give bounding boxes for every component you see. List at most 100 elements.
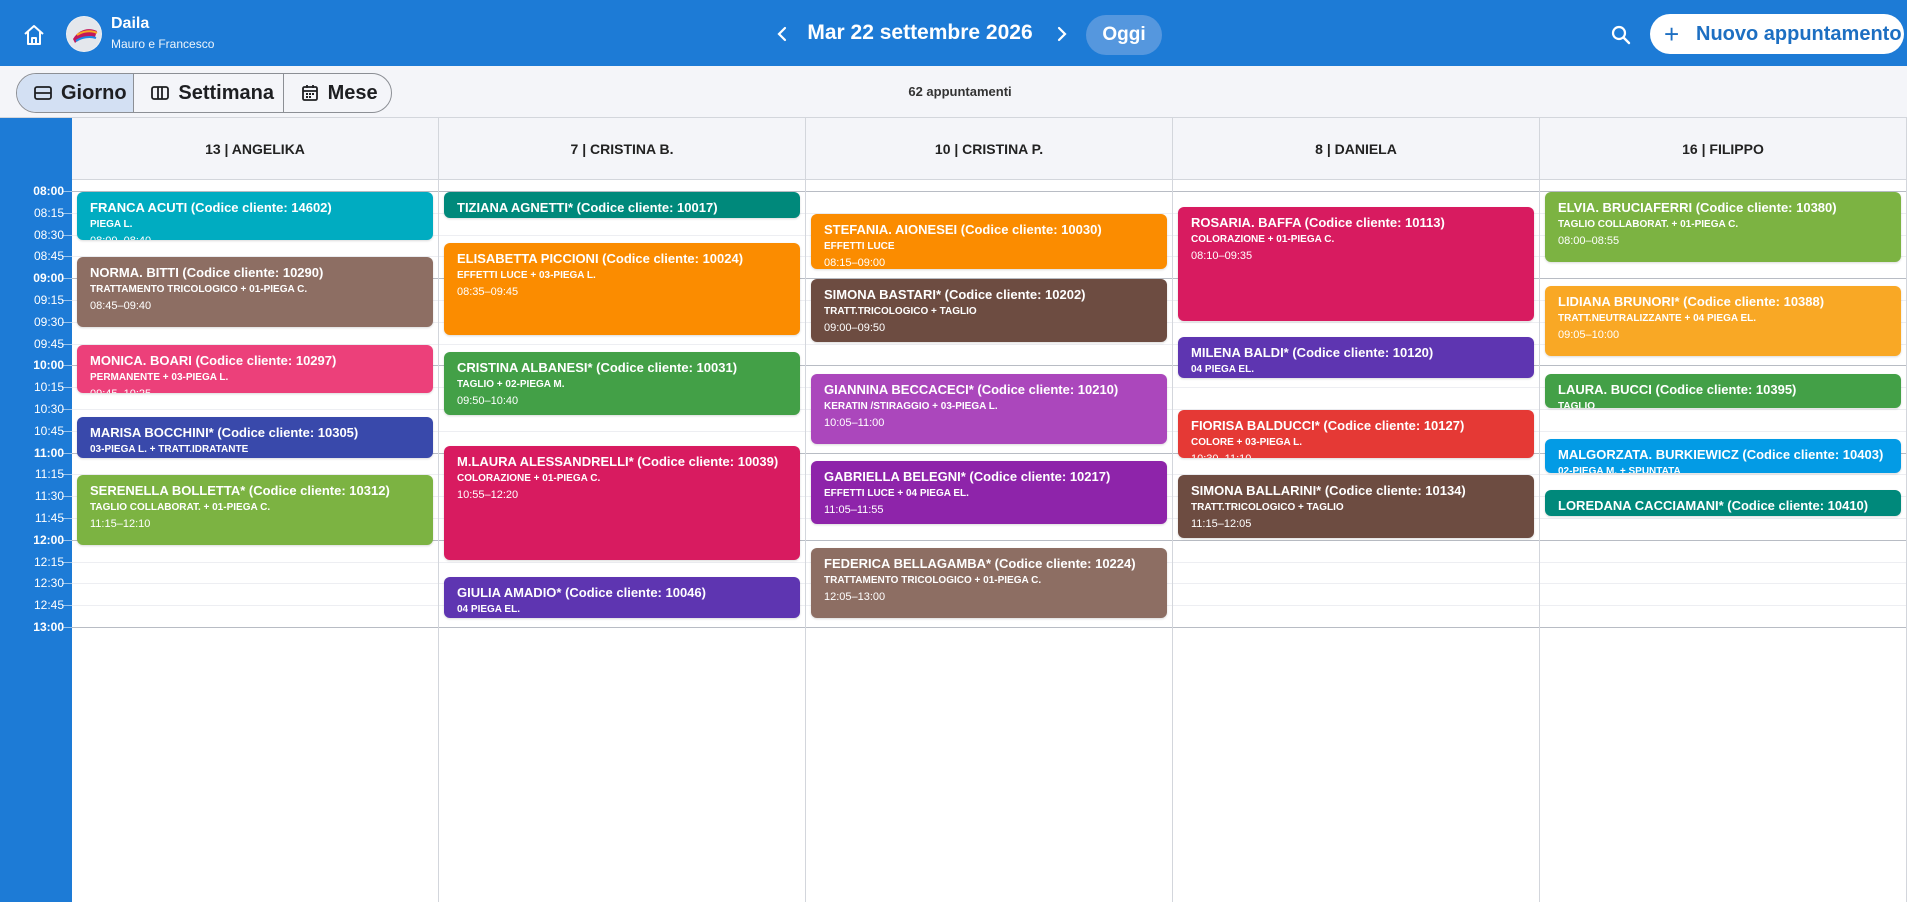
appointment-card[interactable]: LIDIANA BRUNORI* (Codice cliente: 10388)…	[1545, 286, 1901, 356]
appointment-card[interactable]: MILENA BALDI* (Codice cliente: 10120) 04 …	[1178, 337, 1534, 378]
chevron-left-icon[interactable]	[770, 20, 794, 48]
time-slot-label: 12:15	[33, 555, 64, 569]
time-slot-label: 10:30	[33, 402, 64, 416]
appointment-card[interactable]: LOREDANA CACCIAMANI* (Codice cliente: 10…	[1545, 490, 1901, 516]
appointment-card[interactable]: CRISTINA ALBANESI* (Codice cliente: 1003…	[444, 352, 800, 415]
appointment-client: MALGORZATA. BURKIEWICZ (Codice cliente: …	[1558, 447, 1884, 462]
view-toolbar: Giorno Settimana Mese 62 appuntamenti	[0, 66, 1907, 118]
appointment-count: 62 appuntamenti	[908, 84, 1012, 99]
view-toggle: Giorno Settimana Mese	[16, 73, 392, 113]
appointment-card[interactable]: ROSARIA. BAFFA (Codice cliente: 10113) CO…	[1178, 207, 1534, 321]
top-app-bar: Daila Mauro e Francesco Mar 22 settembre…	[0, 0, 1907, 66]
appointment-time: 10:30–11:10	[1191, 452, 1521, 458]
appointment-card[interactable]: FIORISA BALDUCCI* (Codice cliente: 10127…	[1178, 410, 1534, 458]
appointment-time: 09:00–09:50	[824, 322, 886, 334]
appointment-time: 11:15–12:05	[1191, 518, 1252, 530]
view-week-button[interactable]: Settimana	[134, 74, 284, 112]
appointment-card[interactable]: FRANCA ACUTI (Codice cliente: 14602) PIEG…	[77, 192, 433, 240]
time-tick	[62, 365, 72, 366]
appointment-card[interactable]: FEDERICA BELLAGAMBA* (Codice cliente: 10…	[811, 548, 1167, 618]
today-button[interactable]: Oggi	[1086, 15, 1162, 55]
time-tick	[62, 256, 72, 257]
week-view-icon	[151, 86, 170, 100]
time-slot-label: 11:15	[34, 467, 64, 481]
appointment-card[interactable]: GABRIELLA BELEGNI* (Codice cliente: 1021…	[811, 461, 1167, 524]
appointment-card[interactable]: LAURA. BUCCI (Codice cliente: 10395) TAGL…	[1545, 374, 1901, 408]
view-day-button[interactable]: Giorno	[17, 74, 135, 112]
time-slot-label: 10:45	[33, 424, 64, 438]
appointment-time: 08:00–08:40	[90, 234, 420, 240]
appointment-client: SIMONA BALLARINI* (Codice cliente: 10134…	[1191, 483, 1466, 498]
time-tick	[62, 518, 72, 519]
appointment-card[interactable]: SIMONA BALLARINI* (Codice cliente: 10134…	[1178, 475, 1534, 538]
plus-icon: +	[1664, 19, 1680, 49]
appointment-client: MILENA BALDI* (Codice cliente: 10120)	[1191, 345, 1434, 360]
appointment-card[interactable]: ELISABETTA PICCIONI (Codice cliente: 100…	[444, 243, 800, 335]
appointment-card[interactable]: GIULIA AMADIO* (Codice cliente: 10046) 04…	[444, 577, 800, 618]
chevron-right-icon[interactable]	[1050, 20, 1074, 48]
staff-column-header[interactable]: 16 | FILIPPO	[1540, 118, 1907, 180]
salon-avatar	[66, 16, 102, 52]
time-tick	[62, 474, 72, 475]
new-appointment-button[interactable]: + Nuovo appuntamento	[1650, 14, 1904, 54]
view-month-button[interactable]: Mese	[284, 74, 391, 112]
appointment-card[interactable]: STEFANIA. AIONESEI (Codice cliente: 1003…	[811, 214, 1167, 269]
staff-column-header[interactable]: 8 | DANIELA	[1173, 118, 1540, 180]
appointment-client: MARISA BOCCHINI* (Codice cliente: 10305)	[90, 425, 359, 440]
staff-column-header[interactable]: 7 | CRISTINA B.	[439, 118, 806, 180]
appointment-card[interactable]: GIANNINA BECCACECI* (Codice cliente: 102…	[811, 374, 1167, 444]
appointment-card[interactable]: MALGORZATA. BURKIEWICZ (Codice cliente: …	[1545, 439, 1901, 473]
appointment-card[interactable]: ELVIA. BRUCIAFERRI (Codice cliente: 1038…	[1545, 192, 1901, 262]
time-tick	[62, 409, 72, 410]
time-tick	[62, 627, 72, 628]
appointment-time: 12:05–13:00	[824, 591, 886, 603]
appointment-service: COLORAZIONE + 01-PIEGA C.	[457, 473, 601, 484]
time-tick	[62, 278, 72, 279]
appointment-service: TRATT.TRICOLOGICO + TAGLIO	[1191, 502, 1344, 513]
appointment-card[interactable]: SERENELLA BOLLETTA* (Codice cliente: 103…	[77, 475, 433, 545]
time-tick	[62, 387, 72, 388]
appointment-card[interactable]: NORMA. BITTI (Codice cliente: 10290) TRAT…	[77, 257, 433, 327]
appointment-service: EFFETTI LUCE + 03-PIEGA L.	[457, 270, 596, 281]
appointment-client: GIANNINA BECCACECI* (Codice cliente: 102…	[824, 382, 1119, 397]
current-date-label: Mar 22 settembre 2026	[807, 21, 1033, 44]
appointment-client: LOREDANA CACCIAMANI* (Codice cliente: 10…	[1558, 498, 1869, 513]
column-divider	[1539, 118, 1540, 902]
appointment-service: TRATTAMENTO TRICOLOGICO + 01-PIEGA C.	[824, 575, 1042, 586]
time-slot-label: 09:15	[33, 293, 64, 307]
time-slot-label: 10:00	[33, 358, 64, 372]
appointment-card[interactable]: MONICA. BOARI (Codice cliente: 10297) PER…	[77, 345, 433, 393]
staff-column-header[interactable]: 13 | ANGELIKA	[72, 118, 439, 180]
appointment-client: ROSARIA. BAFFA (Codice cliente: 10113)	[1191, 215, 1445, 230]
appointment-service: PIEGA L.	[90, 219, 133, 230]
appointment-card[interactable]: TIZIANA AGNETTI* (Codice cliente: 10017)…	[444, 192, 800, 218]
time-slot-label: 08:30	[33, 228, 64, 242]
time-slot-label: 08:45	[33, 249, 64, 263]
appointment-client: NORMA. BITTI (Codice cliente: 10290)	[90, 265, 324, 280]
appointment-service: KERATIN /STIRAGGIO + 03-PIEGA L.	[824, 401, 998, 412]
time-tick	[62, 605, 72, 606]
appointment-card[interactable]: MARISA BOCCHINI* (Codice cliente: 10305)…	[77, 417, 433, 458]
day-schedule-grid: 13 | ANGELIKA FRANCA ACUTI (Codice client…	[72, 118, 1907, 902]
appointment-client: M.LAURA ALESSANDRELLI* (Codice cliente: …	[457, 454, 779, 469]
appointment-time: 10:55–12:20	[457, 489, 519, 501]
appointment-card[interactable]: M.LAURA ALESSANDRELLI* (Codice cliente: …	[444, 446, 800, 560]
time-tick	[62, 540, 72, 541]
search-icon[interactable]	[1608, 22, 1634, 48]
appointment-service: COLORAZIONE + 01-PIEGA C.	[1191, 234, 1335, 245]
home-icon[interactable]	[20, 21, 48, 49]
staff-column-header[interactable]: 10 | CRISTINA P.	[806, 118, 1173, 180]
appointment-client: GIULIA AMADIO* (Codice cliente: 10046)	[457, 585, 706, 600]
appointment-service: EFFETTI LUCE	[824, 241, 895, 252]
appointment-service: EFFETTI LUCE + 04 PIEGA EL.	[824, 488, 969, 499]
time-slot-label: 12:30	[33, 576, 64, 590]
view-day-label: Giorno	[61, 81, 127, 104]
salon-name: Daila	[111, 15, 150, 32]
hour-gridline	[72, 627, 1907, 628]
new-appointment-label: Nuovo appuntamento	[1696, 23, 1902, 45]
appointment-client: FEDERICA BELLAGAMBA* (Codice cliente: 10…	[824, 556, 1136, 571]
appointment-time: 11:15–12:10	[90, 518, 151, 530]
time-tick	[62, 453, 72, 454]
time-tick	[62, 431, 72, 432]
appointment-card[interactable]: SIMONA BASTARI* (Codice cliente: 10202) T…	[811, 279, 1167, 342]
